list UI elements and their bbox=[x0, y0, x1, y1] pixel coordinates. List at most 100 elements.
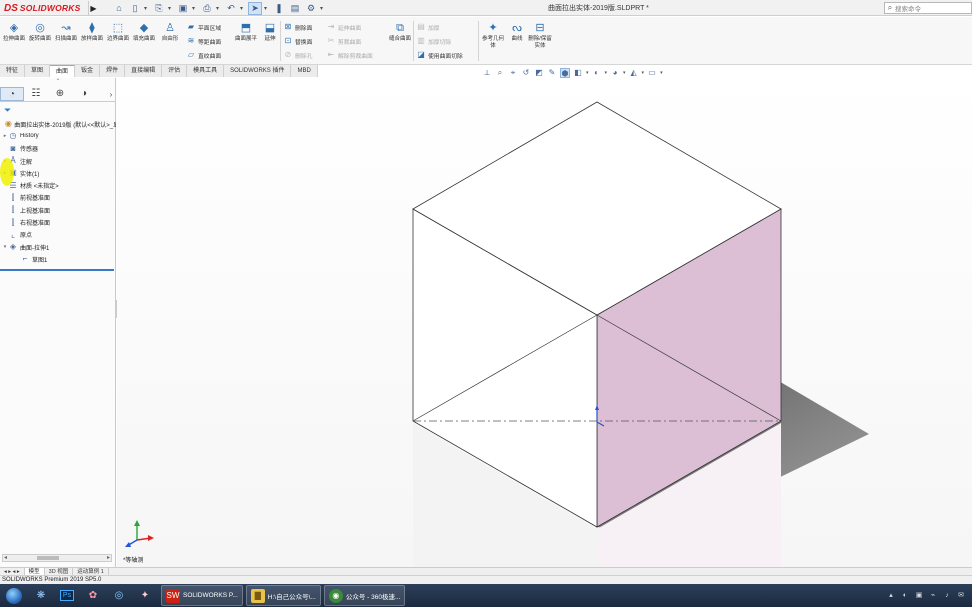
untrim-surface-button[interactable]: ⇤ 解除剪裁曲面 bbox=[326, 49, 373, 61]
hide-show-items-icon[interactable]: ◐ bbox=[592, 68, 602, 78]
replace-face-button[interactable]: ⊡ 替换面 bbox=[283, 35, 313, 47]
rebuild-icon[interactable]: ❚ bbox=[272, 2, 286, 15]
lofted-surface-button[interactable]: ⧫ 放样曲面 bbox=[80, 21, 104, 59]
tree-item-annotations[interactable]: ▸ Ā 注解 bbox=[0, 155, 116, 167]
planar-surface-button[interactable]: ▰ 平面区域 bbox=[186, 21, 221, 33]
tree-item-origin[interactable]: ⌞ 原点 bbox=[0, 229, 116, 241]
thickened-cut-button[interactable]: ▥ 加厚切除 bbox=[416, 35, 451, 47]
display-style-icon[interactable]: ◧ bbox=[573, 68, 583, 78]
tab-surfaces[interactable]: 曲面 bbox=[50, 65, 76, 77]
section-view-icon[interactable]: ◩ bbox=[534, 68, 544, 78]
tree-item-right-plane[interactable]: ⫿ 右视基准面 bbox=[0, 216, 116, 228]
menu-expand-icon[interactable]: ▶ bbox=[88, 1, 98, 15]
tray-icon[interactable]: ▣ bbox=[914, 591, 924, 601]
taskbar-app-browser[interactable]: ◉ 公众号 - 360极速... bbox=[323, 585, 406, 606]
tray-icon[interactable]: ▴ bbox=[886, 591, 896, 601]
pinned-app-icon[interactable]: ◎ bbox=[106, 585, 132, 606]
undo-icon[interactable]: ↶ bbox=[224, 2, 238, 15]
tab-features[interactable]: 特征 bbox=[0, 65, 26, 77]
rollback-bar[interactable] bbox=[0, 269, 114, 271]
photoshop-icon[interactable]: Ps bbox=[54, 585, 80, 606]
search-input[interactable]: ⌕ 搜索命令 bbox=[884, 2, 972, 14]
tab-mold-tools[interactable]: 模具工具 bbox=[187, 65, 225, 77]
chevron-down-icon[interactable]: ▾ bbox=[168, 5, 174, 12]
tab-weldments[interactable]: 焊件 bbox=[100, 65, 126, 77]
chevron-down-icon[interactable]: ▾ bbox=[216, 5, 222, 12]
panel-collapse-handle[interactable]: ⌃ bbox=[0, 78, 116, 87]
tree-item-front-plane[interactable]: ⫿ 前视基准面 bbox=[0, 192, 116, 204]
previous-view-icon[interactable]: ↺ bbox=[521, 68, 531, 78]
open-file-icon[interactable]: ⎘ bbox=[152, 2, 166, 15]
tab-sketch[interactable]: 草图 bbox=[25, 65, 51, 77]
zoom-to-area-icon[interactable]: ⌖ bbox=[508, 68, 518, 78]
boundary-surface-button[interactable]: ⬚ 边界曲面 bbox=[106, 21, 130, 59]
chevron-down-icon[interactable]: ▾ bbox=[623, 70, 626, 76]
tree-item-solid-bodies[interactable]: ▸ ▣ 实体(1) bbox=[0, 167, 116, 179]
scroll-left-icon[interactable]: ◂ bbox=[4, 554, 7, 561]
tray-icon[interactable]: ♪ bbox=[942, 591, 952, 601]
view-orientation-icon[interactable]: ⟂ bbox=[482, 68, 492, 78]
delete-keep-body-button[interactable]: ⊟ 删除/保留实体 bbox=[528, 21, 552, 59]
panel-horizontal-scrollbar[interactable]: ◂ ▸ bbox=[2, 554, 112, 562]
delete-hole-button[interactable]: ⊘ 删除孔 bbox=[283, 49, 313, 61]
curves-button[interactable]: ᔓ 曲线 bbox=[505, 21, 529, 59]
pinned-app-icon[interactable]: ❋ bbox=[28, 585, 54, 606]
tree-item-sketch[interactable]: ⌐ 草图1 bbox=[0, 253, 116, 265]
display-manager-tab-icon[interactable]: ◑ bbox=[72, 87, 96, 101]
tree-item-sensors[interactable]: ◙ 传感器 bbox=[0, 143, 116, 155]
extruded-surface-button[interactable]: ◈ 拉伸曲面 bbox=[2, 21, 26, 59]
thicken-button[interactable]: ▤ 加厚 bbox=[416, 21, 439, 33]
scroll-right-icon[interactable]: ▸ bbox=[107, 554, 110, 561]
tree-item-surface-extrude[interactable]: ▾ ◈ 曲面-拉伸1 bbox=[0, 241, 116, 253]
new-file-icon[interactable]: ▯ bbox=[128, 2, 142, 15]
chevron-down-icon[interactable]: ▾ bbox=[660, 70, 663, 76]
edit-appearance-icon[interactable]: ◕ bbox=[610, 68, 620, 78]
swept-surface-button[interactable]: ↝ 扫描曲面 bbox=[54, 21, 78, 59]
isometric-view-icon[interactable]: ⬢ bbox=[560, 68, 570, 78]
graphics-area[interactable] bbox=[117, 78, 972, 567]
chevron-down-icon[interactable]: ▾ bbox=[264, 5, 270, 12]
tree-item-top-plane[interactable]: ⫿ 上视基准面 bbox=[0, 204, 116, 216]
apply-scene-icon[interactable]: ◭ bbox=[629, 68, 639, 78]
extend-button[interactable]: ⬓ 延伸 bbox=[258, 21, 282, 59]
chevron-right-icon[interactable]: › bbox=[106, 90, 116, 99]
freeform-button[interactable]: ♙ 自由形 bbox=[158, 21, 182, 59]
solidworks-logo[interactable]: DS SOLIDWORKS bbox=[4, 1, 88, 15]
file-properties-icon[interactable]: ▤ bbox=[288, 2, 302, 15]
home-icon[interactable]: ⌂ bbox=[112, 2, 126, 15]
tab-direct-editing[interactable]: 直接编辑 bbox=[125, 65, 163, 77]
tab-evaluate[interactable]: 评估 bbox=[162, 65, 188, 77]
save-icon[interactable]: ▣ bbox=[176, 2, 190, 15]
delete-face-button[interactable]: ⊠ 删除面 bbox=[283, 21, 313, 33]
ruled-surface-button[interactable]: ▱ 直纹曲面 bbox=[186, 49, 221, 61]
start-button[interactable] bbox=[0, 585, 28, 606]
cut-with-surface-button[interactable]: ◪ 使用曲面切除 bbox=[416, 49, 463, 61]
filled-surface-button[interactable]: ◆ 填充曲面 bbox=[132, 21, 156, 59]
print-icon[interactable]: ⎙ bbox=[200, 2, 214, 15]
configuration-manager-tab-icon[interactable]: ⊕ bbox=[48, 87, 72, 101]
tray-icon[interactable]: ⌁ bbox=[928, 591, 938, 601]
tree-root[interactable]: ◉ 曲面拉出实体-2019版 (默认<<默认>_显示状态 1>) bbox=[0, 118, 116, 130]
revolved-surface-button[interactable]: ◎ 旋转曲面 bbox=[28, 21, 52, 59]
tray-icon[interactable]: ✉ bbox=[956, 591, 966, 601]
chevron-down-icon[interactable]: ▾ bbox=[320, 5, 326, 12]
scrollbar-thumb[interactable] bbox=[37, 556, 59, 560]
tree-item-history[interactable]: ▸ ◷ History bbox=[0, 130, 116, 142]
select-icon[interactable]: ➤ bbox=[248, 1, 262, 15]
tab-solidworks-addins[interactable]: SOLIDWORKS 插件 bbox=[224, 65, 292, 77]
surface-flatten-button[interactable]: ⬒ 曲面展平 bbox=[234, 21, 258, 59]
options-gear-icon[interactable]: ⚙ bbox=[304, 2, 318, 15]
taskbar-app-solidworks[interactable]: SW SOLIDWORKS P... bbox=[161, 585, 243, 606]
reference-geometry-button[interactable]: ✦ 参考几何体 bbox=[481, 21, 505, 59]
chevron-down-icon[interactable]: ▾ bbox=[144, 5, 150, 12]
zoom-to-fit-icon[interactable]: ⌕ bbox=[495, 68, 505, 78]
filter-icon[interactable]: ⏷ bbox=[4, 105, 11, 116]
tab-mbd[interactable]: MBD bbox=[291, 65, 318, 77]
offset-surface-button[interactable]: ≋ 等距曲面 bbox=[186, 35, 222, 47]
tab-sheet-metal[interactable]: 钣金 bbox=[75, 65, 101, 77]
extend-surface-button[interactable]: ⇥ 延伸曲面 bbox=[326, 21, 362, 33]
chevron-down-icon[interactable]: ▾ bbox=[642, 70, 645, 76]
taskbar-app-explorer[interactable]: ▇ H:\自己公众号\... bbox=[245, 585, 321, 606]
tray-icon[interactable]: ◐ bbox=[900, 591, 910, 601]
feature-manager-tab-icon[interactable]: ◔ bbox=[0, 87, 24, 101]
